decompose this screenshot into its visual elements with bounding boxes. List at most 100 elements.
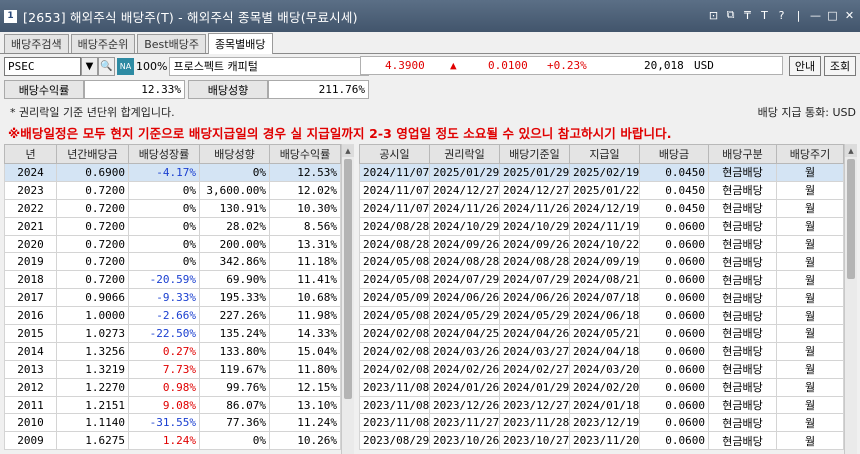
table-cell: 2023/12/26 [429,395,500,415]
table-row[interactable]: 2011 1.2151 9.08% 86.07% 13.10% [4,395,341,415]
table-row[interactable]: 2024/11/07 2024/11/26 2024/11/26 2024/12/19… [359,198,844,218]
query-button[interactable]: 조회 [824,56,856,76]
table-cell: 현금배당 [708,270,777,290]
scroll-thumb[interactable] [847,159,855,279]
table-cell: 11.80% [269,359,341,379]
table-row[interactable]: 2024/02/08 2024/03/26 2024/03/27 2024/04/18… [359,341,844,361]
table-cell: 2024/02/26 [429,359,500,379]
table-row[interactable]: 2012 1.2270 0.98% 99.76% 12.15% [4,377,341,397]
table-cell: 월 [776,395,844,415]
table-cell: 현금배당 [708,413,777,433]
table-cell: 2024/08/28 [429,252,500,272]
minimize-icon[interactable]: — [809,8,822,22]
table-cell: 2024/07/29 [429,270,500,290]
table-cell: 0% [128,234,200,254]
table-row[interactable]: 2024/11/07 2024/12/27 2024/12/27 2025/01/22… [359,180,844,200]
table-row[interactable]: 2023/11/08 2023/11/27 2023/11/28 2023/12/19… [359,413,844,433]
column-header[interactable]: 배당주기 [776,144,844,164]
table-cell: 월 [776,324,844,343]
tab-dividend-ranking[interactable]: 배당주순위 [70,34,136,53]
table-row[interactable]: 2023/11/08 2024/01/26 2024/01/29 2024/02/20… [359,377,844,397]
table-cell: 227.26% [199,306,270,326]
table-row[interactable]: 2021 0.7200 0% 28.02% 8.56% [4,216,341,236]
left-scrollbar[interactable]: ▲ [341,144,354,454]
column-header[interactable]: 배당기준일 [499,144,570,164]
table-row[interactable]: 2024/02/08 2024/02/26 2024/02/27 2024/03/20… [359,359,844,379]
maximize-icon[interactable]: □ [826,8,839,22]
scroll-up-icon[interactable]: ▲ [342,144,354,157]
table-row[interactable]: 2016 1.0000 -2.66% 227.26% 11.98% [4,306,341,326]
table-row[interactable]: 2023/11/08 2023/12/26 2023/12/27 2024/01/18… [359,395,844,415]
table-cell: 월 [776,377,844,397]
table-cell: 11.18% [269,252,341,272]
column-header[interactable]: 권리락일 [429,144,500,164]
table-cell: 1.0273 [56,324,129,343]
table-row[interactable]: 2018 0.7200 -20.59% 69.90% 11.41% [4,270,341,290]
table-row[interactable]: 2020 0.7200 0% 200.00% 13.31% [4,234,341,254]
table-row[interactable]: 2024/05/09 2024/06/26 2024/06/26 2024/07/18… [359,288,844,308]
table-cell: 2024/01/18 [569,395,640,415]
table-cell: 0.7200 [56,234,129,254]
guide-button[interactable]: 안내 [789,56,821,76]
scroll-thumb[interactable] [344,159,352,399]
table-cell: 86.07% [199,395,270,415]
table-row[interactable]: 2024/05/08 2024/07/29 2024/07/29 2024/08/21… [359,270,844,290]
table-cell: 1.2151 [56,395,129,415]
column-header[interactable]: 공시일 [359,144,430,164]
column-header[interactable]: 년간배당금 [56,144,129,164]
pin-icon[interactable]: ₸ [741,8,754,22]
search-icon[interactable]: 🔍 [98,56,115,76]
table-row[interactable]: 2013 1.3219 7.73% 119.67% 11.80% [4,359,341,379]
column-header[interactable]: 배당성장률 [128,144,200,164]
column-header[interactable]: 배당금 [639,144,709,164]
table-row[interactable]: 2015 1.0273 -22.50% 135.24% 14.33% [4,324,341,343]
table-cell: 0% [128,198,200,218]
table-row[interactable]: 2023 0.7200 0% 3,600.00% 12.02% [4,180,341,200]
right-scrollbar[interactable]: ▲ [844,144,857,454]
table-cell: 2025/01/22 [569,180,640,200]
close-icon[interactable]: ✕ [843,8,856,22]
table-cell: 현금배당 [708,306,777,326]
table-cell: 월 [776,359,844,379]
table-row[interactable]: 2017 0.9066 -9.33% 195.33% 10.68% [4,288,341,308]
table-row[interactable]: 2019 0.7200 0% 342.86% 11.18% [4,252,341,272]
link-icon[interactable]: ⊡ [707,8,720,22]
column-header[interactable]: 지급일 [569,144,640,164]
table-row[interactable]: 2022 0.7200 0% 130.91% 10.30% [4,198,341,218]
table-cell: 1.2270 [56,377,129,397]
na-badge: NA [117,57,134,75]
column-header[interactable]: 년 [4,144,57,164]
table-cell: 10.26% [269,431,341,451]
table-row[interactable]: 2024/05/08 2024/08/28 2024/08/28 2024/09/19… [359,252,844,272]
table-row[interactable]: 2014 1.3256 0.27% 133.80% 15.04% [4,341,341,361]
tab-stock-dividend[interactable]: 종목별배당 [207,33,273,54]
table-row[interactable]: 2024/05/08 2024/05/29 2024/05/29 2024/06/18… [359,306,844,326]
column-header[interactable]: 배당수익률 [269,144,341,164]
table-row[interactable]: 2024/02/08 2024/04/25 2024/04/26 2024/05/21… [359,324,844,343]
table-cell: 2024/06/26 [499,288,570,308]
table-cell: 0.27% [128,341,200,361]
stock-code-input[interactable]: PSEC [4,56,81,76]
table-row[interactable]: 2024/08/28 2024/09/26 2024/09/26 2024/10/22… [359,234,844,254]
table-cell: 2023/11/08 [359,395,430,415]
table-cell: 현금배당 [708,324,777,343]
help-icon[interactable]: ? [775,8,788,22]
table-cell: 2024/11/19 [569,216,640,236]
column-header[interactable]: 배당성향 [199,144,270,164]
table-cell: -20.59% [128,270,200,290]
table-row[interactable]: 2024/08/28 2024/10/29 2024/10/29 2024/11/19… [359,216,844,236]
table-row[interactable]: 2023/08/29 2023/10/26 2023/10/27 2023/11/20… [359,431,844,451]
table-row[interactable]: 2024 0.6900 -4.17% 0% 12.53% [4,163,341,182]
copy-window-icon[interactable]: ⧉ [724,8,737,22]
scroll-up-icon[interactable]: ▲ [845,144,857,157]
column-header[interactable]: 배당구분 [708,144,777,164]
table-row[interactable]: 2009 1.6275 1.24% 0% 10.26% [4,431,341,451]
search-bar: PSEC ▼ 🔍 NA 100% 프로스펙트 캐피털 4.3900 ▲ 0.01… [0,55,860,77]
table-row[interactable]: 2024/11/07 2025/01/29 2025/01/29 2025/02/19… [359,163,844,182]
dropdown-arrow-icon[interactable]: ▼ [81,56,98,76]
tab-best-dividend[interactable]: Best배당주 [137,34,206,53]
table-row[interactable]: 2010 1.1140 -31.55% 77.36% 11.24% [4,413,341,433]
yield-label: 배당수익률 [4,80,84,99]
tab-dividend-search[interactable]: 배당주검색 [4,34,69,53]
font-icon[interactable]: T [758,8,771,22]
